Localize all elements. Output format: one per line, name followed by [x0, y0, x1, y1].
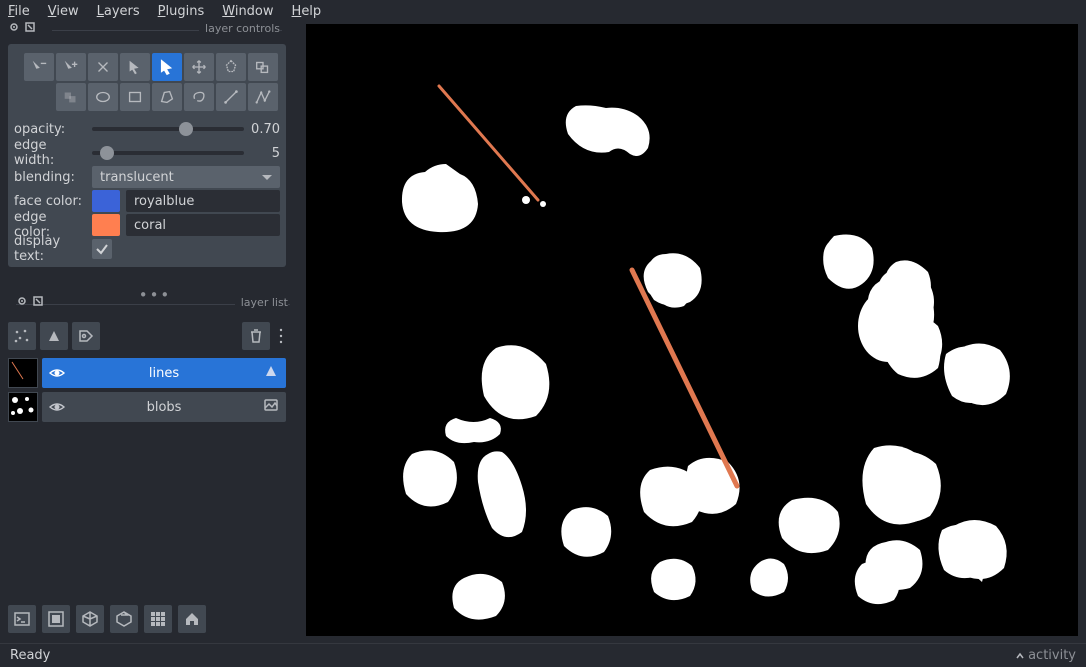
tool-lasso[interactable] [184, 83, 214, 111]
menu-window[interactable]: Window [222, 4, 273, 19]
edge-width-slider[interactable] [92, 151, 244, 155]
layer-controls-label: layer controls [199, 22, 280, 35]
new-points-button[interactable] [8, 322, 36, 350]
tool-pan[interactable] [184, 53, 214, 81]
shapes-type-icon [264, 364, 278, 378]
face-color-input[interactable]: royalblue [126, 190, 280, 212]
layer-list: lines blobs [8, 358, 286, 426]
tool-transform[interactable] [216, 53, 246, 81]
transpose-button[interactable] [110, 605, 138, 633]
layer-thumbnail[interactable] [8, 392, 38, 422]
layer-name: lines [149, 366, 179, 381]
drag-handle-icon[interactable]: ••• [139, 286, 172, 304]
expand-icon[interactable] [8, 21, 20, 33]
display-text-label: display text: [14, 234, 86, 264]
ndisplay-button[interactable] [42, 605, 70, 633]
edge-width-label: edge width: [14, 138, 86, 168]
layer-item: blobs [8, 392, 286, 422]
home-button[interactable] [178, 605, 206, 633]
tool-ellipse[interactable] [88, 83, 118, 111]
tool-line[interactable] [216, 83, 246, 111]
edge-width-value: 5 [250, 146, 280, 161]
tool-grid [14, 50, 280, 117]
tool-add-point[interactable] [56, 53, 86, 81]
viewer-buttons [8, 605, 206, 633]
layer-row-blobs[interactable]: blobs [42, 392, 286, 422]
menu-plugins[interactable]: Plugins [158, 4, 205, 19]
activity-label: activity [1028, 648, 1076, 663]
face-color-swatch[interactable] [92, 190, 120, 212]
visibility-icon[interactable] [48, 364, 66, 382]
image-type-icon [264, 398, 278, 412]
float-icon[interactable] [32, 295, 44, 307]
chevron-up-icon [1016, 652, 1024, 660]
display-text-checkbox[interactable] [92, 239, 112, 259]
edge-color-input[interactable]: coral [126, 214, 280, 236]
status-bar: Ready activity [0, 643, 1086, 667]
opacity-value: 0.70 [250, 122, 280, 137]
blending-combo[interactable]: translucent [92, 166, 280, 188]
visibility-icon[interactable] [48, 398, 66, 416]
expand-icon[interactable] [16, 295, 28, 307]
status-ready: Ready [10, 648, 50, 663]
status-activity[interactable]: activity [1016, 648, 1076, 663]
layer-item: lines [8, 358, 286, 388]
tool-rectangle-outline[interactable] [248, 53, 278, 81]
new-labels-button[interactable] [72, 322, 100, 350]
console-button[interactable] [8, 605, 36, 633]
edge-color-text: coral [134, 218, 166, 233]
menu-view[interactable]: View [48, 4, 79, 19]
tool-rectangle[interactable] [56, 83, 86, 111]
opacity-slider[interactable] [92, 127, 244, 131]
tool-direct-select[interactable] [152, 53, 182, 81]
delete-layer-button[interactable] [242, 322, 270, 350]
blobs-layer [402, 105, 1010, 619]
tool-delete[interactable] [88, 53, 118, 81]
tool-rect[interactable] [120, 83, 150, 111]
layer-list-toolbar [8, 322, 286, 350]
menu-file[interactable]: File [8, 4, 30, 19]
face-color-text: royalblue [134, 194, 194, 209]
menu-layers[interactable]: Layers [97, 4, 140, 19]
menubar: File View Layers Plugins Window Help [0, 0, 1086, 24]
face-color-label: face color: [14, 194, 86, 209]
blending-value: translucent [100, 170, 174, 185]
opacity-label: opacity: [14, 122, 86, 137]
kebab-icon[interactable] [276, 326, 286, 346]
float-icon[interactable] [24, 21, 36, 33]
layer-controls-panel: opacity: 0.70 edge width: 5 blending: tr… [8, 44, 286, 267]
layer-row-lines[interactable]: lines [42, 358, 286, 388]
tool-select[interactable] [120, 53, 150, 81]
layer-list-divider: ••• layer list [16, 292, 294, 312]
blending-label: blending: [14, 170, 86, 185]
tool-remove-point[interactable] [24, 53, 54, 81]
layer-thumbnail[interactable] [8, 358, 38, 388]
grid-button[interactable] [144, 605, 172, 633]
new-shapes-button[interactable] [40, 322, 68, 350]
tool-path[interactable] [248, 83, 278, 111]
canvas[interactable] [306, 24, 1078, 636]
edge-color-swatch[interactable] [92, 214, 120, 236]
menu-help[interactable]: Help [292, 4, 322, 19]
roll-button[interactable] [76, 605, 104, 633]
layer-list-label: layer list [235, 296, 288, 309]
layer-name: blobs [147, 400, 182, 415]
tool-polygon[interactable] [152, 83, 182, 111]
layer-controls-divider: layer controls [8, 24, 286, 38]
